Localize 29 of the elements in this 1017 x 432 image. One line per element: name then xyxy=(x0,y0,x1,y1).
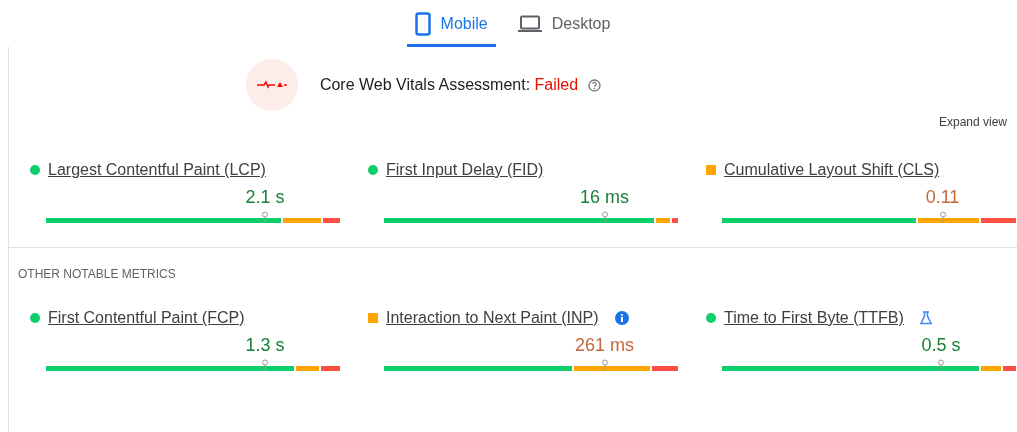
device-tab[interactable]: Mobile xyxy=(406,0,496,47)
section-heading: OTHER NOTABLE METRICS xyxy=(18,267,177,281)
help-icon[interactable] xyxy=(588,78,602,92)
device-tab[interactable]: Desktop xyxy=(509,0,619,47)
info-icon[interactable] xyxy=(614,311,629,325)
flask-icon[interactable] xyxy=(919,311,932,325)
value-pin xyxy=(261,359,269,371)
metric-value: 0.11 xyxy=(925,187,960,208)
metric-value: 0.5 s xyxy=(921,335,961,356)
value-pin xyxy=(601,211,608,223)
metric-link[interactable]: Interaction to Next Paint (INP) xyxy=(386,309,599,327)
metric-link[interactable]: First Contentful Paint (FCP) xyxy=(48,309,245,327)
value-pin xyxy=(937,359,945,371)
laptop-icon xyxy=(517,14,542,33)
metric-link[interactable]: Largest Contentful Paint (LCP) xyxy=(48,161,266,179)
metric-value: 261 ms xyxy=(575,335,634,356)
value-pin xyxy=(261,211,269,223)
value-pin xyxy=(939,211,946,223)
value-pin xyxy=(601,359,608,371)
assessment-text: Core Web Vitals Assessment: Failed xyxy=(319,76,579,94)
metric-link[interactable]: Time to First Byte (TTFB) xyxy=(724,309,904,327)
metric-value: 16 ms xyxy=(580,187,629,208)
phone-icon xyxy=(414,11,431,36)
expand-view-link[interactable]: Expand view xyxy=(938,115,1007,129)
metric-value: 2.1 s xyxy=(245,187,285,208)
metric-link[interactable]: Cumulative Layout Shift (CLS) xyxy=(724,161,940,179)
metric-value: 1.3 s xyxy=(245,335,285,356)
pulse-icon xyxy=(256,80,287,90)
metric-link[interactable]: First Input Delay (FID) xyxy=(386,161,544,179)
